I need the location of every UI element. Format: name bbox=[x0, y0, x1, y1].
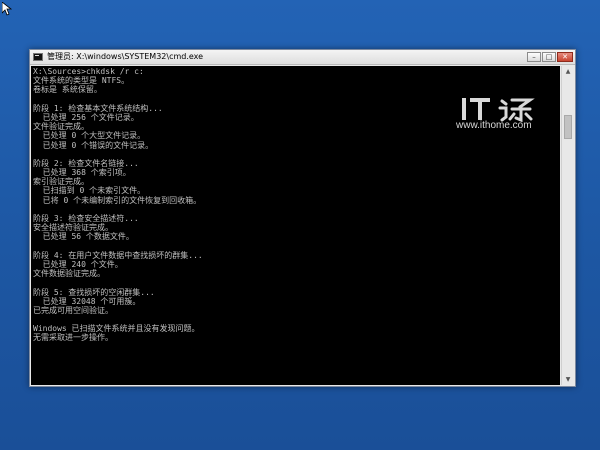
console-line: 已处理 256 个文件记录。 bbox=[33, 112, 139, 122]
scroll-thumb[interactable] bbox=[564, 115, 572, 139]
console-line: 阶段 2: 检查文件名链接... bbox=[33, 158, 139, 168]
console-output[interactable]: X:\Sources>chkdsk /r c: 文件系统的类型是 NTFS。 卷标是… bbox=[31, 66, 560, 385]
console-line: 阶段 4: 在用户文件数据中查找损坏的群集... bbox=[33, 250, 203, 260]
console-line: 已将 0 个未编制索引的文件恢复到回收箱。 bbox=[33, 195, 202, 205]
console-line: 文件验证完成。 bbox=[33, 122, 89, 132]
cmd-app-icon bbox=[33, 53, 43, 61]
vertical-scrollbar[interactable]: ▲ ▼ bbox=[561, 66, 574, 385]
console-line: 安全描述符验证完成。 bbox=[33, 223, 113, 233]
console-line: X:\Sources>chkdsk /r c: bbox=[33, 67, 144, 76]
console-line: 阶段 5: 查找损坏的空闲群集... bbox=[33, 287, 155, 297]
console-lines: X:\Sources>chkdsk /r c: 文件系统的类型是 NTFS。 卷标是… bbox=[33, 67, 203, 343]
console-line: 卷标是 系统保留。 bbox=[33, 85, 102, 95]
console-line: 阶段 1: 检查基本文件系统结构... bbox=[33, 103, 163, 113]
console-line: 无需采取进一步操作。 bbox=[33, 333, 113, 343]
minimize-button[interactable]: – bbox=[527, 52, 541, 62]
console-line: 已处理 56 个数据文件。 bbox=[33, 232, 134, 242]
console-line: 已处理 368 个索引项。 bbox=[33, 168, 131, 178]
console-line: 已处理 240 个文件。 bbox=[33, 259, 123, 269]
close-button[interactable]: ✕ bbox=[557, 52, 573, 62]
window-titlebar[interactable]: 管理员: X:\windows\SYSTEM32\cmd.exe – □ ✕ bbox=[30, 50, 575, 65]
mouse-pointer-icon bbox=[2, 2, 12, 16]
console-line: 已扫描到 0 个未索引文件。 bbox=[33, 186, 146, 196]
console-line: 已处理 32048 个可用簇。 bbox=[33, 296, 141, 306]
window-title: 管理员: X:\windows\SYSTEM32\cmd.exe bbox=[47, 52, 204, 61]
console-line: 已处理 0 个错误的文件记录。 bbox=[33, 140, 154, 150]
cmd-window[interactable]: 管理员: X:\windows\SYSTEM32\cmd.exe – □ ✕ X… bbox=[29, 49, 576, 387]
console-line: 已处理 0 个大型文件记录。 bbox=[33, 131, 146, 141]
console-line: 阶段 3: 检查安全描述符... bbox=[33, 214, 139, 223]
maximize-button[interactable]: □ bbox=[542, 52, 556, 62]
console-line: 文件数据验证完成。 bbox=[33, 269, 105, 279]
scroll-up-arrow-icon[interactable]: ▲ bbox=[562, 66, 574, 77]
scroll-down-arrow-icon[interactable]: ▼ bbox=[562, 374, 574, 385]
console-line: 已完成可用空间验证。 bbox=[33, 305, 113, 315]
console-line: 文件系统的类型是 NTFS。 bbox=[33, 76, 130, 86]
